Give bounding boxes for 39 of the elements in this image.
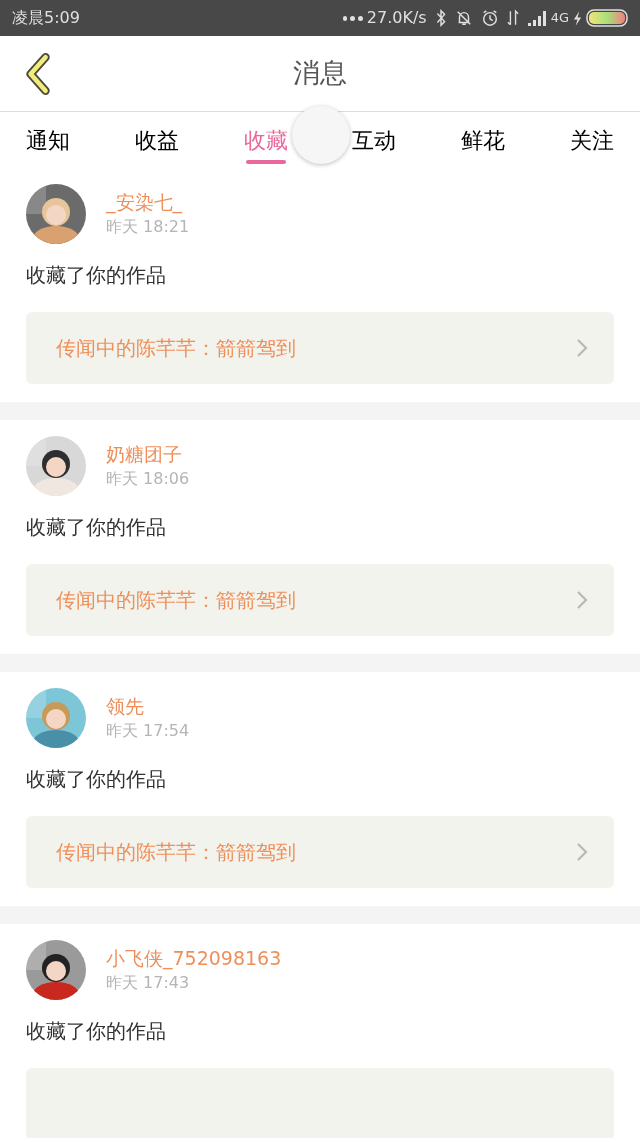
tab[interactable]: 互动 <box>352 112 397 168</box>
tab[interactable]: 收益 <box>134 112 179 168</box>
user-name[interactable]: 小飞侠_752098163 <box>106 945 282 971</box>
page-title: 消息 <box>293 56 347 91</box>
user-name[interactable]: 奶糖团子 <box>106 441 190 467</box>
more-icon <box>342 15 363 21</box>
message-time: 昨天 17:54 <box>106 720 190 742</box>
message-time: 昨天 18:21 <box>106 216 190 238</box>
message-text: 收藏了你的作品 <box>26 262 167 289</box>
data-arrows-icon <box>506 9 519 27</box>
alarm-icon <box>480 9 499 27</box>
message-time: 昨天 18:06 <box>106 468 190 490</box>
bluetooth-icon <box>434 9 447 27</box>
work-link[interactable]: 传闻中的陈芊芊：箭箭驾到 <box>26 564 614 636</box>
tab[interactable]: 关注 <box>570 112 614 168</box>
user-name[interactable]: 领先 <box>106 693 190 719</box>
work-title: 传闻中的陈芊芊：箭箭驾到 <box>56 587 296 614</box>
network-type: 4G <box>550 9 569 28</box>
message-text: 收藏了你的作品 <box>26 1018 167 1045</box>
work-title: 传闻中的陈芊芊：箭箭驾到 <box>56 839 296 866</box>
charging-icon <box>573 10 582 26</box>
tab[interactable]: 鲜花 <box>461 112 506 168</box>
tab[interactable]: 收藏 <box>243 112 288 168</box>
work-link[interactable]: 传闻中的陈芊芊：箭箭驾到 <box>26 312 614 384</box>
message-text: 收藏了你的作品 <box>26 766 167 793</box>
clock: 凌晨5:09 <box>12 7 80 29</box>
muted-bell-icon <box>454 9 473 27</box>
work-link[interactable]: 传闻中的陈芊芊：箭箭驾到 <box>26 816 614 888</box>
network-speed: 27.0K/s <box>366 7 427 29</box>
chevron-right-icon <box>576 338 588 358</box>
chevron-right-icon <box>576 590 588 610</box>
tab[interactable]: 通知 <box>26 112 70 168</box>
work-title: 传闻中的陈芊芊：箭箭驾到 <box>56 335 296 362</box>
message-text: 收藏了你的作品 <box>26 514 167 541</box>
chevron-right-icon <box>576 842 588 862</box>
user-name[interactable]: _安染七_ <box>106 189 190 215</box>
signal-icon <box>526 10 547 26</box>
battery-icon <box>586 9 628 27</box>
message-time: 昨天 17:43 <box>106 972 191 994</box>
